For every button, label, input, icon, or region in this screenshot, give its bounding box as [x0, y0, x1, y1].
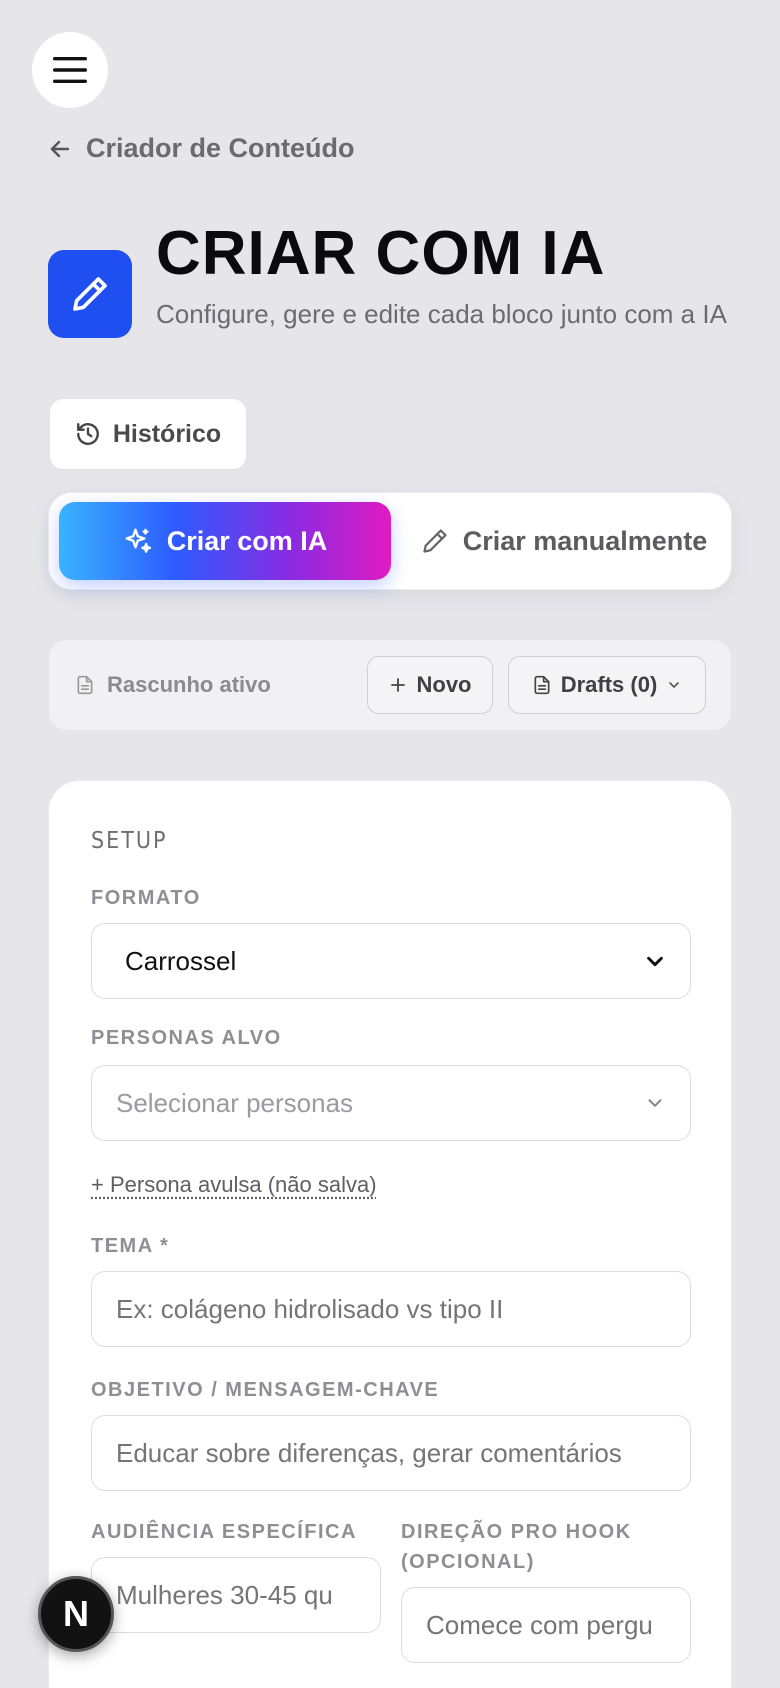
draft-status-label: Rascunho ativo	[107, 672, 271, 697]
audience-label: AUDIÊNCIA ESPECÍFICA	[91, 1521, 357, 1543]
chevron-down-icon	[669, 682, 680, 688]
theme-label: TEMA *	[91, 1235, 170, 1257]
pencil-icon	[423, 529, 447, 553]
history-button-label: Histórico	[112, 419, 222, 448]
hook-input[interactable]	[401, 1587, 691, 1663]
page-subtitle: Configure, gere e edite cada bloco junto…	[156, 299, 727, 329]
back-link[interactable]: Criador de Conteúdo	[48, 133, 355, 164]
draft-bar: Rascunho ativo Novo Drafts (0)	[49, 640, 731, 730]
create-manually-label: Criar manualmente	[462, 525, 708, 556]
history-button[interactable]: Histórico	[49, 398, 247, 470]
dev-tools-badge[interactable]: N	[38, 1576, 114, 1652]
create-with-ai-tab[interactable]: Criar com IA	[59, 502, 391, 580]
format-select[interactable]: Carrossel	[91, 923, 691, 999]
drafts-dropdown[interactable]: Drafts (0)	[508, 656, 706, 714]
draft-status: Rascunho ativo	[75, 640, 271, 730]
hook-label-line2: (OPCIONAL)	[401, 1551, 535, 1573]
arrow-left-icon	[50, 140, 70, 157]
create-with-ai-label: Criar com IA	[166, 525, 328, 556]
chevron-down-icon	[647, 956, 663, 967]
hook-label: DIREÇÃO PRO HOOK (OPCIONAL)	[401, 1517, 632, 1577]
add-loose-persona-link[interactable]: + Persona avulsa (não salva)	[91, 1172, 377, 1198]
plus-icon	[390, 678, 405, 692]
hamburger-icon	[53, 57, 87, 83]
personas-placeholder: Selecionar personas	[116, 1087, 354, 1118]
dev-badge-label: N	[63, 1593, 89, 1634]
file-icon	[77, 675, 93, 695]
objective-input[interactable]	[91, 1415, 691, 1491]
personas-label: PERSONAS ALVO	[91, 1027, 282, 1049]
personas-select[interactable]: Selecionar personas	[91, 1065, 691, 1141]
setup-card: SETUP FORMATO Carrossel PERSONAS ALVO Se…	[48, 780, 732, 1688]
title-badge	[48, 250, 132, 338]
page-title: CRIAR COM IA	[156, 219, 606, 288]
back-link-label: Criador de Conteúdo	[86, 133, 355, 163]
hook-label-line1: DIREÇÃO PRO HOOK	[401, 1521, 632, 1543]
history-icon	[76, 423, 99, 445]
objective-label: OBJETIVO / MENSAGEM-CHAVE	[91, 1379, 440, 1401]
pencil-icon	[73, 277, 107, 311]
drafts-label: Drafts (0)	[560, 672, 658, 697]
chevron-down-icon	[648, 1099, 662, 1107]
file-icon	[534, 675, 550, 695]
new-draft-label: Novo	[416, 672, 472, 697]
create-manually-tab[interactable]: Criar manualmente	[401, 502, 727, 580]
menu-button[interactable]	[32, 32, 108, 108]
new-draft-button[interactable]: Novo	[367, 656, 493, 714]
sparkles-icon	[125, 528, 151, 553]
section-title: SETUP	[91, 828, 168, 854]
mode-toggle: Criar com IA Criar manualmente	[48, 492, 732, 590]
format-label: FORMATO	[91, 887, 201, 909]
theme-input[interactable]	[91, 1271, 691, 1347]
audience-input[interactable]	[91, 1557, 381, 1633]
format-value: Carrossel	[125, 945, 237, 976]
